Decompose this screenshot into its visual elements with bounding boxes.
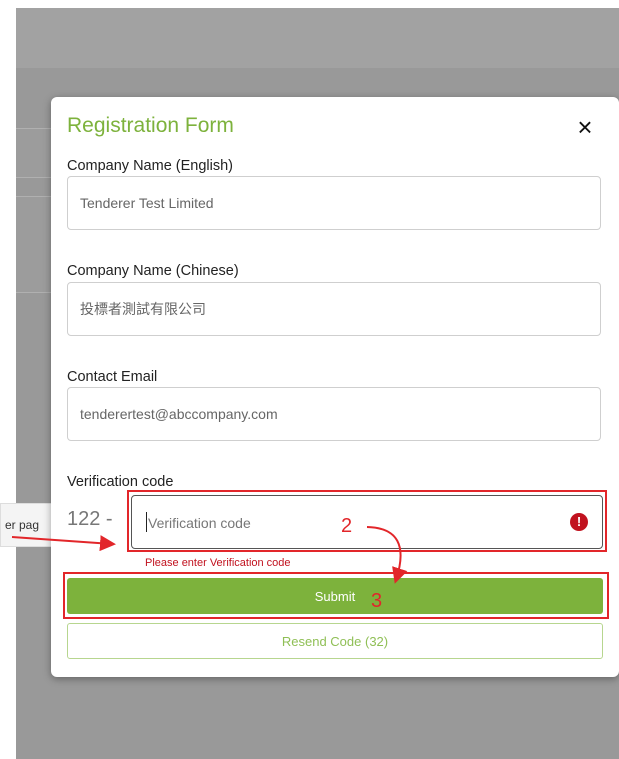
submit-button[interactable]: Submit [67, 578, 603, 614]
verification-code-label: Verification code [67, 474, 174, 490]
background-panel [16, 128, 56, 178]
verification-error-message: Please enter Verification code [145, 557, 291, 569]
close-icon[interactable]: × [573, 114, 597, 140]
annotation-step-3: 3 [371, 590, 383, 612]
text-cursor [146, 512, 147, 532]
background-panel [16, 196, 56, 293]
annotation-step-2: 2 [341, 515, 353, 537]
contact-email-field[interactable] [67, 387, 601, 441]
exclamation-circle-icon: ! [570, 513, 588, 531]
contact-email-label: Contact Email [67, 369, 158, 385]
company-name-chinese-field[interactable] [67, 282, 601, 336]
registration-modal: Registration Form × Company Name (Englis… [51, 97, 619, 677]
verification-code-box[interactable]: ! [131, 495, 603, 549]
page-header-area [16, 8, 619, 68]
company-name-chinese-label: Company Name (Chinese) [67, 263, 239, 279]
verification-code-prefix: 122 - [67, 508, 113, 530]
company-name-english-field[interactable] [67, 176, 601, 230]
modal-title: Registration Form [67, 114, 234, 137]
resend-code-button[interactable]: Resend Code (32) [67, 623, 603, 659]
company-name-english-label: Company Name (English) [67, 158, 234, 174]
